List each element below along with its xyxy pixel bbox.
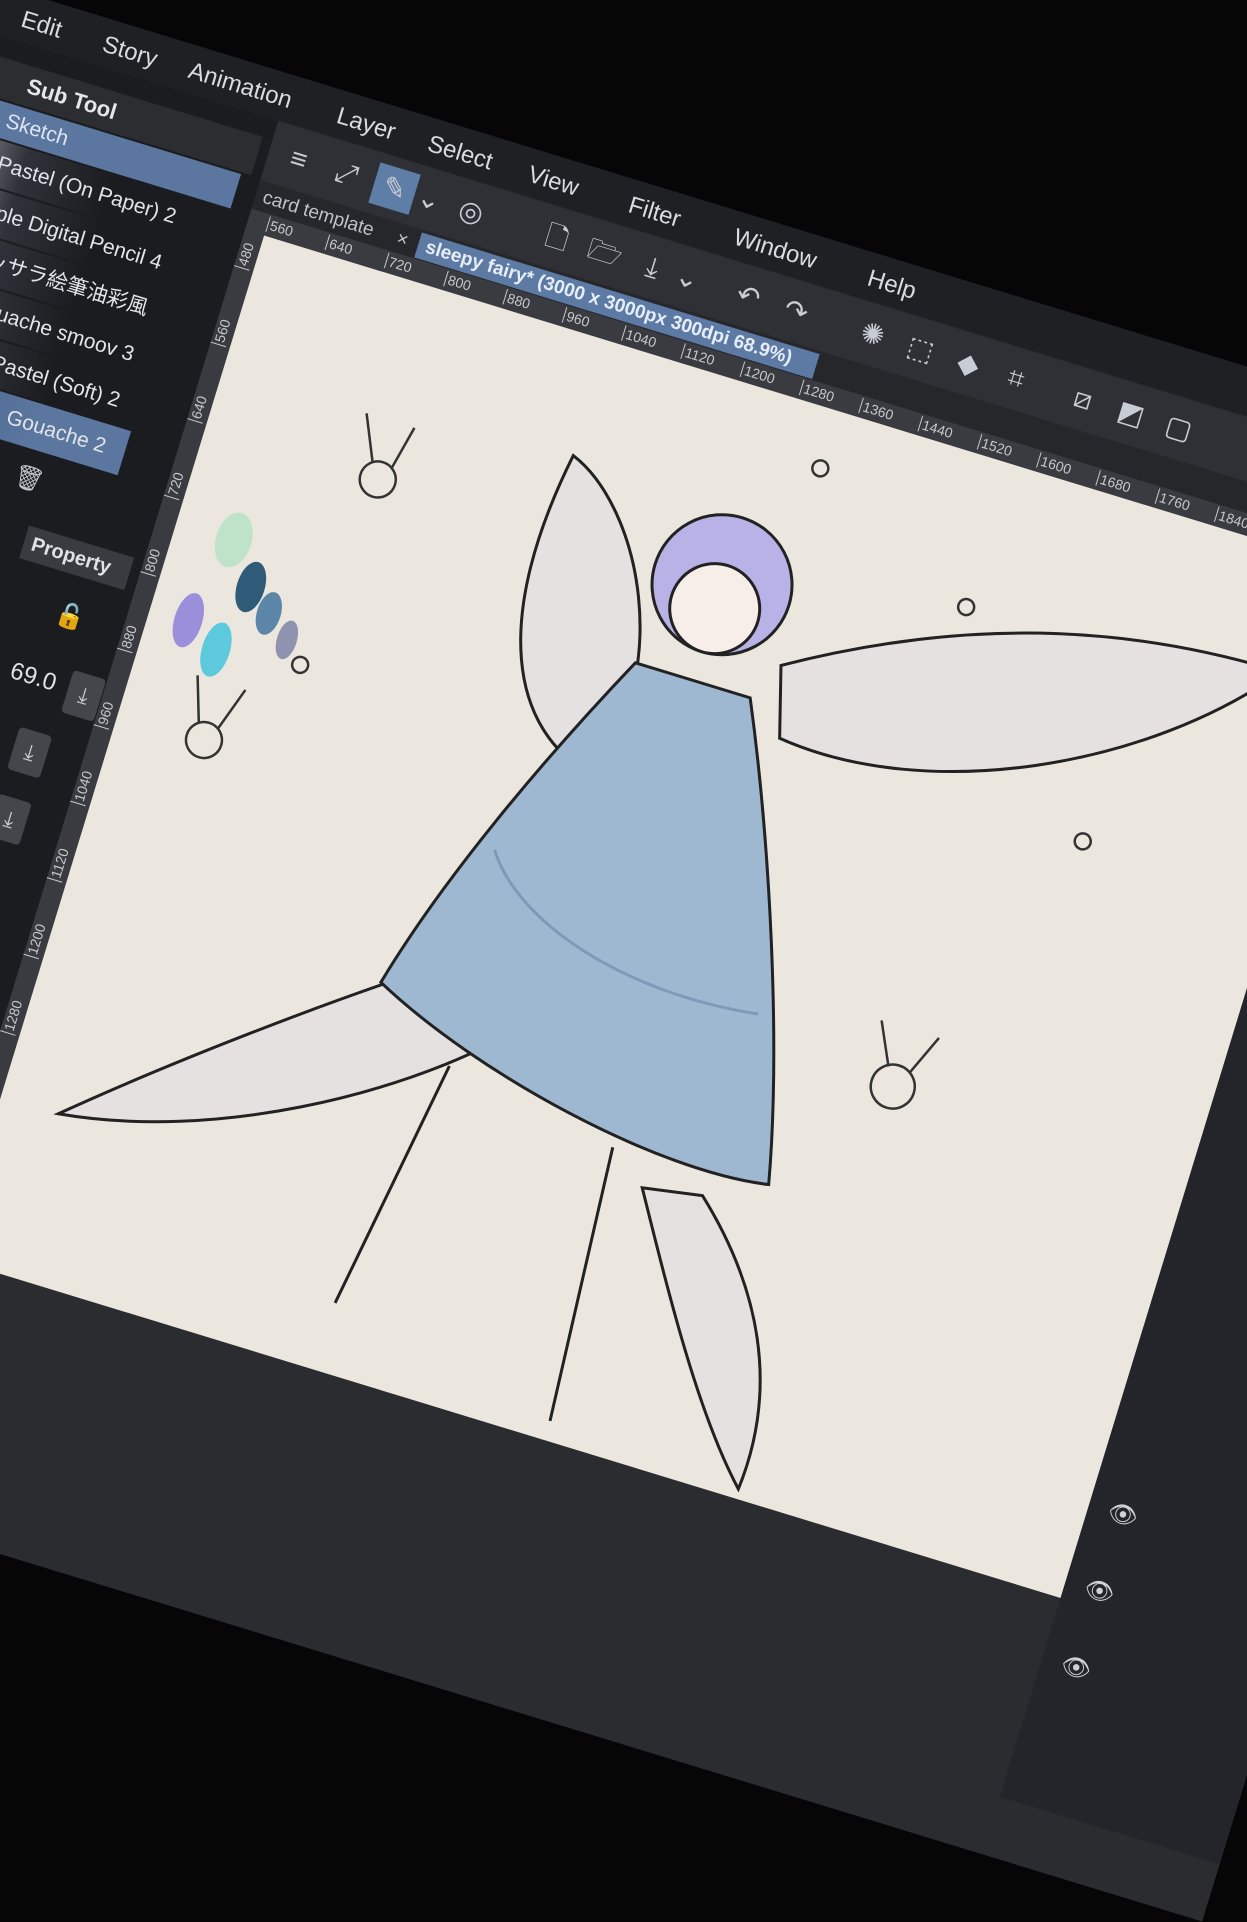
menu-story[interactable]: Story bbox=[99, 31, 160, 74]
loading-spinner-icon[interactable]: ✺ bbox=[846, 309, 898, 361]
ruler-tick-label: 640 bbox=[324, 234, 355, 258]
clip-studio-window: Edit Story Animation Layer Select View F… bbox=[0, 0, 1247, 1922]
ruler-tick-label: 560 bbox=[265, 216, 296, 240]
redo-icon[interactable]: ↷ bbox=[770, 285, 822, 337]
fill-icon[interactable]: ◆ bbox=[942, 338, 994, 390]
fullscreen-icon[interactable]: ⤢ bbox=[320, 148, 372, 200]
ruler-tick-label: 960 bbox=[561, 307, 592, 331]
eye-icon[interactable]: 👁 bbox=[1081, 1573, 1119, 1610]
ruler-tick-label: 800 bbox=[443, 270, 474, 294]
trash-icon[interactable]: 🗑 bbox=[9, 459, 49, 499]
menu-icon[interactable]: ≡ bbox=[273, 133, 325, 185]
menu-view[interactable]: View bbox=[524, 161, 582, 203]
open-folder-icon[interactable]: 🗁 bbox=[579, 227, 631, 279]
wing-upper-right bbox=[778, 631, 1247, 773]
ruler-tick-label: 880 bbox=[502, 288, 533, 312]
menu-help[interactable]: Help bbox=[864, 265, 919, 306]
eye-icon[interactable]: 👁 bbox=[1104, 1497, 1142, 1534]
crop-icon[interactable]: ⌗ bbox=[990, 352, 1042, 404]
eye-icon[interactable]: 👁 bbox=[1057, 1650, 1095, 1687]
menu-filter[interactable]: Filter bbox=[625, 192, 684, 234]
invert-selection-icon[interactable]: ◩ bbox=[1105, 388, 1157, 440]
menu-edit[interactable]: Edit bbox=[18, 6, 66, 45]
selection-icon[interactable]: ⬚ bbox=[894, 323, 946, 375]
lock-icon[interactable]: 🔓 bbox=[50, 598, 90, 638]
tab-property[interactable]: Property bbox=[19, 525, 135, 591]
ruler-tick-label: 720 bbox=[383, 252, 414, 276]
undo-icon[interactable]: ↶ bbox=[722, 271, 774, 323]
new-file-icon[interactable]: 🗋 bbox=[531, 212, 583, 264]
color-swatches bbox=[172, 512, 299, 677]
download-icon[interactable]: ⤓ bbox=[0, 793, 32, 846]
brush-size-value[interactable]: 69.0 bbox=[7, 657, 60, 697]
square-icon[interactable]: ▢ bbox=[1152, 402, 1204, 454]
deselect-icon[interactable]: ⧄ bbox=[1057, 373, 1109, 425]
wing-lower-right bbox=[640, 1185, 762, 1493]
download-icon[interactable]: ⤓ bbox=[6, 726, 53, 779]
swirl-icon[interactable]: ◎ bbox=[445, 186, 497, 238]
